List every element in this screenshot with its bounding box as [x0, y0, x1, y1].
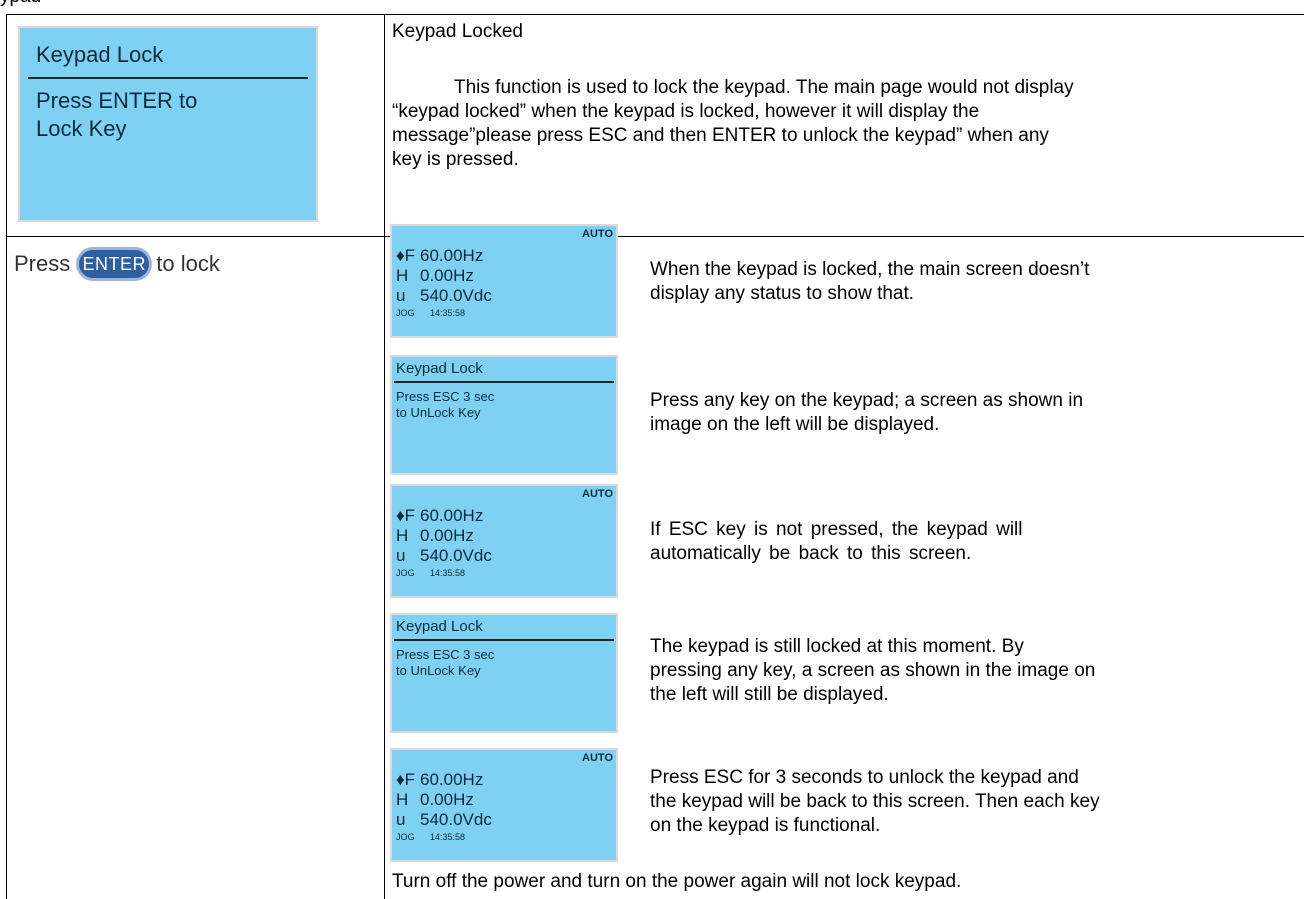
auto-label: AUTO: [582, 228, 613, 240]
jog-label: JOG: [396, 568, 415, 578]
step-4-line-2: pressing any key, a screen as shown in t…: [650, 660, 1096, 681]
freq-row: ♦F 60.00Hz: [396, 506, 483, 526]
table-divider: [384, 14, 385, 899]
header-fragment: ypad: [0, 0, 41, 9]
lcd-title: Keypad Lock: [36, 42, 164, 67]
table-border-left: [6, 14, 7, 899]
h-value: 0.00Hz: [420, 526, 474, 545]
freq-row: ♦F 60.00Hz: [396, 770, 483, 790]
step-5-line-3: on the keypad is functional.: [650, 815, 881, 836]
step-4-text: The keypad is still locked at this momen…: [650, 635, 1095, 707]
freq-value: 60.00Hz: [420, 770, 484, 789]
lock-line-1: Press ESC 3 sec: [396, 389, 495, 404]
lock-line-1: Press ESC 3 sec: [396, 647, 495, 662]
u-row: u 540.0Vdc: [396, 286, 492, 306]
main-screen-3: AUTO ♦F 60.00Hz H 0.00Hz u 540.0Vdc JOG 14:…: [390, 748, 618, 862]
lock-screen-2: Keypad Lock Press ESC 3 sec to UnLock Ke…: [390, 613, 618, 733]
clock-label: 14:35:58: [430, 832, 466, 842]
u-value: 540.0Vdc: [420, 810, 492, 829]
section-heading: Keypad Locked: [392, 21, 523, 42]
step-3-line-1: If ESC key is not pressed, the keypad wi…: [650, 519, 1023, 540]
lcd-line-2: Lock Key: [36, 116, 127, 141]
u-row: u 540.0Vdc: [396, 546, 492, 566]
intro-line-2: “keypad locked” when the keypad is locke…: [392, 101, 980, 122]
u-key: u: [396, 546, 406, 565]
clock-label: 14:35:58: [430, 308, 466, 318]
u-value: 540.0Vdc: [420, 286, 492, 305]
intro-line-1: This function is used to lock the keypad…: [454, 77, 1074, 98]
lcd-line-1: Press ENTER to: [36, 88, 198, 113]
lock-line-2: to UnLock Key: [396, 405, 481, 420]
intro-line-3: message”please press ESC and then ENTER …: [392, 125, 1049, 146]
press-prefix: Press: [14, 251, 71, 276]
step-2-text: Press any key on the keypad; a screen as…: [650, 389, 1083, 437]
table-border-top: [6, 14, 1304, 15]
intro-line-4: key is pressed.: [392, 149, 519, 170]
step-2-line-2: image on the left will be displayed.: [650, 414, 940, 435]
freq-key: ♦F: [396, 770, 416, 789]
h-value: 0.00Hz: [420, 790, 474, 809]
table-row-divider: [6, 236, 1304, 237]
jog-label: JOG: [396, 832, 415, 842]
u-key: u: [396, 810, 406, 829]
main-screen-1: AUTO ♦F 60.00Hz H 0.00Hz u 540.0Vdc JOG 14:…: [390, 224, 618, 338]
enter-key-label: ENTER: [82, 253, 146, 274]
step-4-line-3: the left will still be displayed.: [650, 684, 889, 705]
freq-value: 60.00Hz: [420, 246, 484, 265]
step-1-line-1: When the keypad is locked, the main scre…: [650, 259, 1090, 280]
h-value: 0.00Hz: [420, 266, 474, 285]
lcd-divider: [28, 77, 308, 79]
lock-title: Keypad Lock: [396, 618, 483, 635]
auto-label: AUTO: [582, 488, 613, 500]
u-value: 540.0Vdc: [420, 546, 492, 565]
lock-divider: [394, 381, 614, 383]
lock-screen-1: Keypad Lock Press ESC 3 sec to UnLock Ke…: [390, 355, 618, 475]
step-5-line-2: the keypad will be back to this screen. …: [650, 791, 1100, 812]
h-row: H 0.00Hz: [396, 266, 474, 286]
step-3-line-2: automatically be back to this screen.: [650, 543, 972, 564]
step-1-text: When the keypad is locked, the main scre…: [650, 258, 1089, 306]
freq-key: ♦F: [396, 506, 416, 525]
h-key: H: [396, 526, 409, 545]
step-3-text: If ESC key is not pressed, the keypad wi…: [650, 518, 1023, 566]
h-row: H 0.00Hz: [396, 790, 474, 810]
u-key: u: [396, 286, 406, 305]
freq-row: ♦F 60.00Hz: [396, 246, 483, 266]
main-screen-2: AUTO ♦F 60.00Hz H 0.00Hz u 540.0Vdc JOG 14:…: [390, 484, 618, 598]
jog-label: JOG: [396, 308, 415, 318]
h-key: H: [396, 790, 409, 809]
h-row: H 0.00Hz: [396, 526, 474, 546]
step-4-line-1: The keypad is still locked at this momen…: [650, 636, 1024, 657]
lock-line-2: to UnLock Key: [396, 663, 481, 678]
lock-title: Keypad Lock: [396, 360, 483, 377]
step-5-line-1: Press ESC for 3 seconds to unlock the ke…: [650, 767, 1079, 788]
press-suffix: to lock: [156, 251, 220, 276]
h-key: H: [396, 266, 409, 285]
step-1-line-2: display any status to show that.: [650, 283, 915, 304]
clock-label: 14:35:58: [430, 568, 466, 578]
press-enter-instruction: Press ENTER to lock: [14, 244, 220, 284]
freq-key: ♦F: [396, 246, 416, 265]
u-row: u 540.0Vdc: [396, 810, 492, 830]
freq-value: 60.00Hz: [420, 506, 484, 525]
step-2-line-1: Press any key on the keypad; a screen as…: [650, 390, 1084, 411]
lock-divider: [394, 639, 614, 641]
footer-note: Turn off the power and turn on the power…: [392, 871, 962, 892]
enter-key-icon: ENTER: [76, 247, 153, 281]
auto-label: AUTO: [582, 752, 613, 764]
keypad-lock-lcd: Keypad Lock Press ENTER to Lock Key: [18, 26, 318, 222]
step-5-text: Press ESC for 3 seconds to unlock the ke…: [650, 766, 1100, 838]
